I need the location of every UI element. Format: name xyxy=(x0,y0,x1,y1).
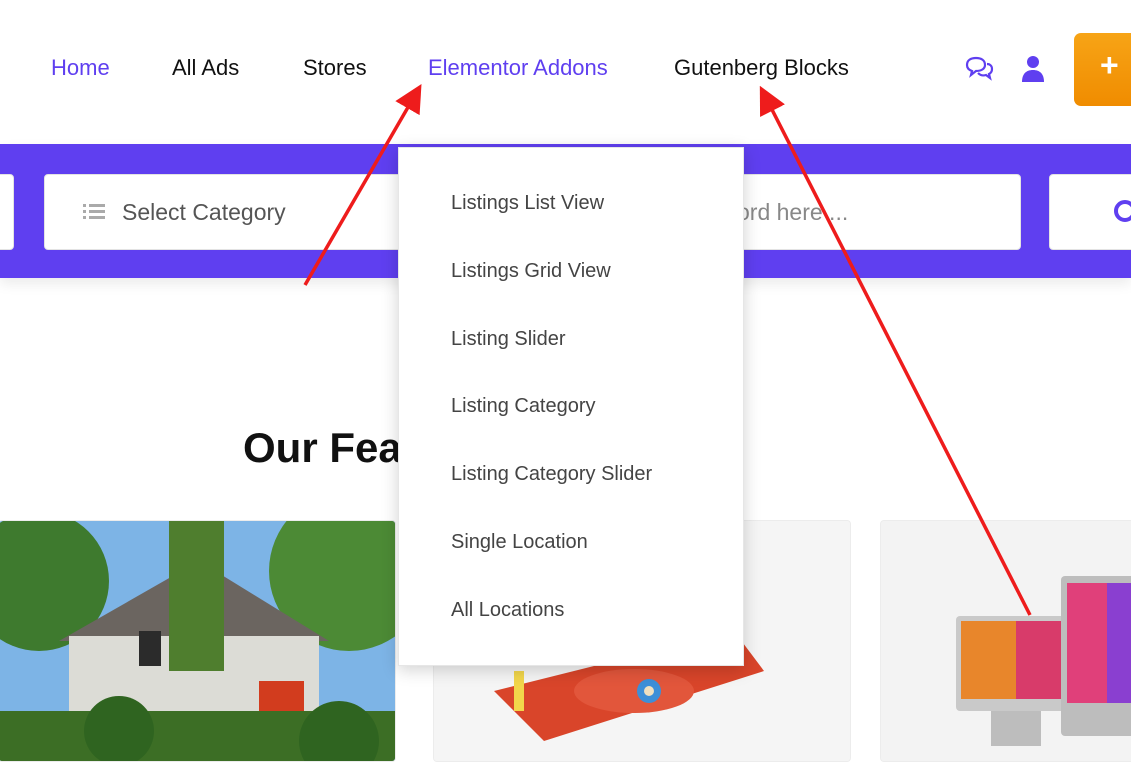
nav-home[interactable]: Home xyxy=(51,55,110,81)
section-title: Our Fea xyxy=(243,424,402,471)
search-button[interactable] xyxy=(1049,174,1131,250)
chat-icon[interactable] xyxy=(964,56,994,87)
menu-item-all-locations[interactable]: All Locations xyxy=(451,599,564,622)
location-field[interactable] xyxy=(0,174,14,250)
list-icon xyxy=(83,203,105,226)
listing-card-house[interactable] xyxy=(0,520,396,762)
nav-elementor-addons[interactable]: Elementor Addons xyxy=(428,55,608,81)
imac-image xyxy=(881,521,1131,761)
post-ad-button[interactable]: + xyxy=(1074,33,1131,106)
menu-item-listing-category-slider[interactable]: Listing Category Slider xyxy=(451,463,652,486)
search-icon xyxy=(1114,200,1131,222)
menu-item-listings-grid-view[interactable]: Listings Grid View xyxy=(451,260,611,283)
user-icon[interactable] xyxy=(1021,55,1045,88)
nav-gutenberg-blocks[interactable]: Gutenberg Blocks xyxy=(674,55,849,81)
plus-icon: + xyxy=(1100,47,1119,83)
menu-item-listings-list-view[interactable]: Listings List View xyxy=(451,192,604,215)
menu-item-single-location[interactable]: Single Location xyxy=(451,531,588,554)
menu-item-listing-category[interactable]: Listing Category xyxy=(451,395,596,418)
listing-card-imac[interactable] xyxy=(880,520,1131,762)
site-header: Home All Ads Stores Elementor Addons Gut… xyxy=(0,0,1131,143)
house-image xyxy=(0,521,395,761)
category-select-label: Select Category xyxy=(122,199,286,225)
nav-all-ads[interactable]: All Ads xyxy=(172,55,239,81)
keyword-input-placeholder[interactable]: ord here ... xyxy=(737,199,848,226)
elementor-addons-dropdown: Listings List View Listings Grid View Li… xyxy=(398,147,744,666)
menu-item-listing-slider[interactable]: Listing Slider xyxy=(451,328,566,351)
nav-stores[interactable]: Stores xyxy=(303,55,367,81)
